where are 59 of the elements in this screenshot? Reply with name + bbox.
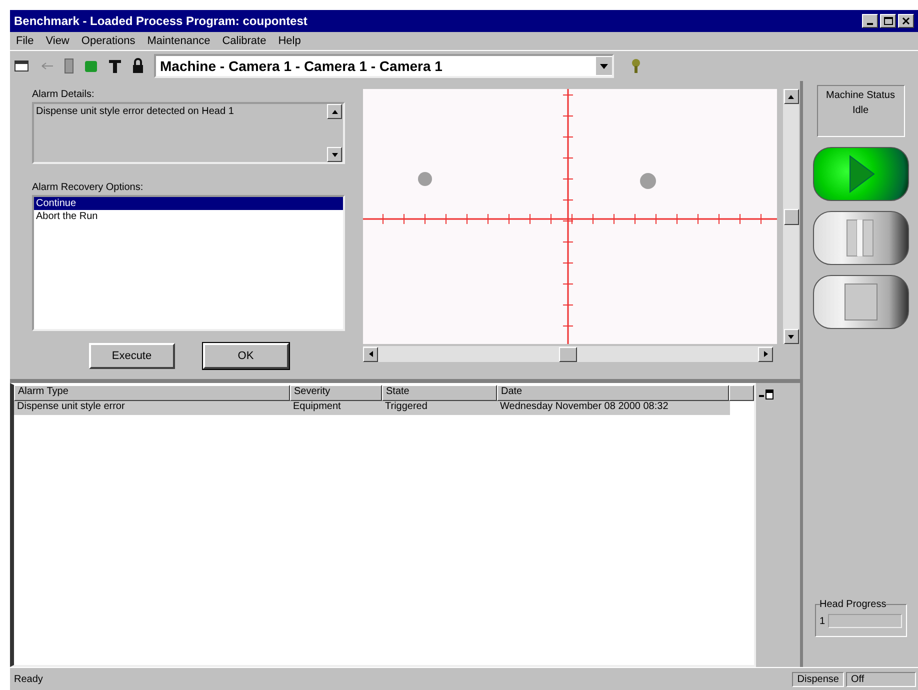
scroll-thumb[interactable] — [559, 346, 578, 362]
camera-select[interactable]: Machine - Camera 1 - Camera 1 - Camera 1 — [154, 54, 614, 78]
status-state: Off — [846, 672, 916, 686]
scroll-right-button[interactable] — [758, 346, 774, 362]
menu-item[interactable]: Calibrate — [222, 35, 266, 47]
column-header[interactable]: State — [382, 385, 497, 401]
status-text: Ready — [13, 674, 44, 684]
head-progress-label: Head Progress — [820, 599, 886, 610]
scroll-up-button[interactable] — [327, 104, 342, 119]
pause-button[interactable] — [812, 211, 908, 265]
machine-status-value: Idle — [852, 105, 869, 116]
key-icon[interactable] — [630, 58, 642, 74]
menu-item[interactable]: Operations — [81, 35, 136, 47]
menu-item[interactable]: File — [16, 35, 34, 47]
pause-icon — [846, 218, 876, 258]
right-arrow-icon — [762, 350, 770, 358]
up-arrow-icon — [787, 92, 796, 100]
recovery-option[interactable]: Abort the Run — [34, 210, 344, 223]
maximize-icon — [884, 17, 892, 25]
maximize-button[interactable] — [880, 14, 896, 28]
scroll-left-button[interactable] — [363, 346, 378, 362]
column-header[interactable]: Alarm Type — [14, 385, 290, 401]
vertical-scrollbar[interactable] — [783, 89, 800, 344]
window-icon[interactable] — [758, 389, 774, 401]
execute-button[interactable]: Execute — [88, 343, 175, 369]
scroll-down-button[interactable] — [327, 147, 342, 162]
scroll-down-button[interactable] — [784, 329, 799, 344]
play-button[interactable] — [812, 147, 908, 201]
table-row[interactable]: Dispense unit style error Equipment Triggered Wednesday November 08 2000 08:32 — [14, 401, 730, 415]
menu-item[interactable]: Help — [278, 35, 301, 47]
machine-status-label: Machine Status — [826, 90, 895, 101]
column-header[interactable]: Date — [497, 385, 729, 401]
minimize-button[interactable] — [862, 14, 878, 28]
up-arrow-icon — [330, 108, 339, 116]
recovery-option[interactable]: Continue — [34, 197, 344, 210]
left-arrow-icon — [366, 350, 375, 358]
down-arrow-icon — [330, 150, 339, 158]
window-icon[interactable] — [14, 59, 30, 73]
window-title: Benchmark - Loaded Process Program: coupontest — [14, 14, 308, 28]
alarm-details-label: Alarm Details: — [32, 89, 96, 100]
down-arrow-icon — [787, 332, 796, 340]
status-mode: Dispense — [792, 672, 844, 686]
column-header[interactable]: Severity — [290, 385, 382, 401]
stop-icon — [844, 282, 878, 322]
horizontal-scrollbar[interactable] — [363, 346, 774, 362]
scroll-up-button[interactable] — [784, 89, 799, 104]
head-number: 1 — [820, 616, 826, 626]
alarm-details-field: Dispense unit style error detected on Head 1 — [32, 102, 346, 164]
text-icon[interactable] — [108, 58, 122, 74]
close-button[interactable] — [898, 14, 914, 28]
scroll-thumb[interactable] — [784, 208, 799, 224]
menu-item[interactable]: Maintenance — [147, 35, 210, 47]
stop-button[interactable] — [812, 275, 908, 329]
recovery-options-label: Alarm Recovery Options: — [32, 182, 144, 193]
menu-item[interactable]: View — [46, 35, 70, 47]
dropdown-arrow-icon — [600, 64, 608, 68]
close-icon — [902, 17, 910, 25]
ok-button[interactable]: OK — [202, 343, 289, 369]
lock-icon[interactable] — [132, 58, 144, 74]
